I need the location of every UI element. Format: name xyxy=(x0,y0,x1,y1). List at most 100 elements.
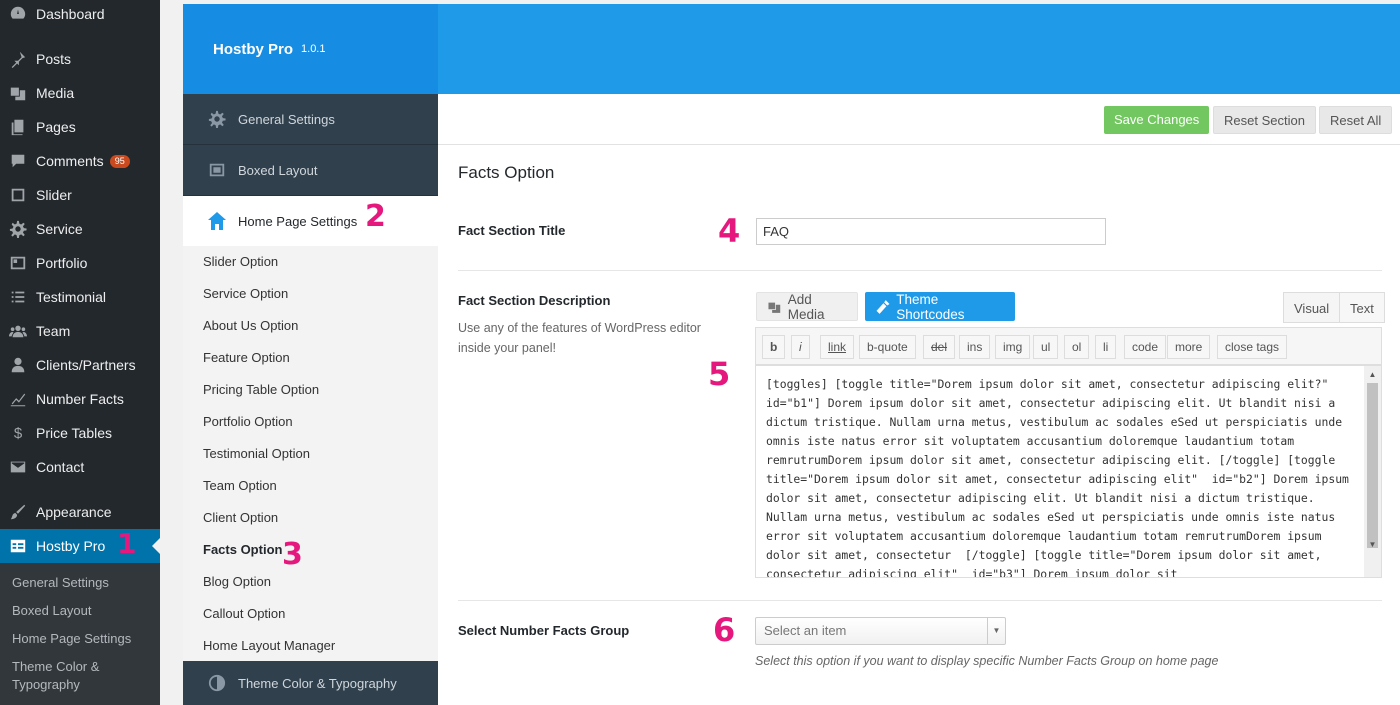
nav-sub-portfolio-option[interactable]: Portfolio Option xyxy=(183,406,438,438)
menu-item-price-tables[interactable]: $ Price Tables xyxy=(0,416,160,450)
menu-item-slider[interactable]: Slider xyxy=(0,178,160,212)
menu-item-service[interactable]: Service xyxy=(0,212,160,246)
menu-item-number-facts[interactable]: Number Facts xyxy=(0,382,160,416)
tab-visual[interactable]: Visual xyxy=(1283,292,1341,323)
submenu-general-settings[interactable]: General Settings xyxy=(0,569,160,597)
brand-version: 1.0.1 xyxy=(301,43,326,55)
qt-ul-button[interactable]: ul xyxy=(1033,335,1059,359)
nav-label: Theme Color & Typography xyxy=(238,675,397,691)
menu-item-dashboard[interactable]: Dashboard xyxy=(0,0,160,31)
quicktags-toolbar: b i link b-quote del ins img ul ol li co… xyxy=(755,327,1382,365)
annotation-marker-5: 5 xyxy=(708,355,731,393)
menu-label: Pages xyxy=(36,119,76,135)
home-icon xyxy=(207,211,227,231)
nav-sub-testimonial-option[interactable]: Testimonial Option xyxy=(183,438,438,470)
media-icon xyxy=(768,302,781,313)
submenu-home-page-settings[interactable]: Home Page Settings xyxy=(0,625,160,653)
fact-title-input[interactable] xyxy=(756,218,1106,245)
menu-item-posts[interactable]: Posts xyxy=(0,42,160,76)
envelope-icon xyxy=(0,458,36,476)
menu-item-portfolio[interactable]: Portfolio xyxy=(0,246,160,280)
nav-sub-client-option[interactable]: Client Option xyxy=(183,502,438,534)
nav-sub-service-option[interactable]: Service Option xyxy=(183,278,438,310)
menu-item-testimonial[interactable]: Testimonial xyxy=(0,280,160,314)
menu-item-pages[interactable]: Pages xyxy=(0,110,160,144)
media-icon xyxy=(0,84,36,102)
panel-brand: Hostby Pro 1.0.1 xyxy=(183,4,438,94)
nav-sub-slider-option[interactable]: Slider Option xyxy=(183,246,438,278)
theme-shortcodes-button[interactable]: Theme Shortcodes xyxy=(865,292,1015,322)
user-icon xyxy=(0,356,36,374)
comment-icon xyxy=(0,152,36,170)
scrollbar-thumb[interactable] xyxy=(1367,383,1378,548)
menu-item-appearance[interactable]: Appearance xyxy=(0,495,160,529)
menu-item-contact[interactable]: Contact xyxy=(0,450,160,484)
save-changes-button[interactable]: Save Changes xyxy=(1104,106,1210,134)
nav-theme-color-typography[interactable]: Theme Color & Typography xyxy=(183,661,438,705)
description-textarea[interactable]: [toggles] [toggle title="Dorem ipsum dol… xyxy=(755,365,1382,578)
pin-icon xyxy=(0,50,36,68)
qt-close-tags-button[interactable]: close tags xyxy=(1217,335,1288,359)
add-media-button[interactable]: Add Media xyxy=(756,292,858,322)
qt-bold-button[interactable]: b xyxy=(762,335,786,359)
select-placeholder: Select an item xyxy=(764,623,847,638)
scroll-down-icon[interactable]: ▼ xyxy=(1364,536,1381,552)
facts-group-select[interactable]: Select an item ▼ xyxy=(755,617,1006,645)
layout-icon xyxy=(207,161,227,179)
nav-sub-callout-option[interactable]: Callout Option xyxy=(183,598,438,630)
qt-more-button[interactable]: more xyxy=(1167,335,1211,359)
reset-all-button[interactable]: Reset All xyxy=(1319,106,1393,134)
panel-content: Save Changes Reset Section Reset All Fac… xyxy=(438,94,1400,705)
editor-scrollbar[interactable]: ▲ ▼ xyxy=(1364,366,1381,577)
qt-code-button[interactable]: code xyxy=(1124,335,1167,359)
qt-link-button[interactable]: link xyxy=(820,335,855,359)
nav-home-page-settings[interactable]: Home Page Settings xyxy=(183,196,438,246)
scroll-up-icon[interactable]: ▲ xyxy=(1364,366,1381,382)
comment-count-badge: 95 xyxy=(109,154,130,168)
qt-bquote-button[interactable]: b-quote xyxy=(859,335,916,359)
qt-ol-button[interactable]: ol xyxy=(1064,335,1090,359)
reset-section-button[interactable]: Reset Section xyxy=(1213,106,1316,134)
menu-item-clients-partners[interactable]: Clients/Partners xyxy=(0,348,160,382)
team-icon xyxy=(0,322,36,340)
nav-sub-team-option[interactable]: Team Option xyxy=(183,470,438,502)
facts-group-label: Select Number Facts Group xyxy=(458,623,630,638)
nav-sub-about-us-option[interactable]: About Us Option xyxy=(183,310,438,342)
submenu-theme-color-typography[interactable]: Theme Color & Typography xyxy=(0,653,120,699)
chart-icon xyxy=(0,390,36,408)
qt-img-button[interactable]: img xyxy=(995,335,1031,359)
menu-label: Appearance xyxy=(36,504,112,520)
nav-general-settings[interactable]: General Settings xyxy=(183,94,438,145)
fact-description-help: Use any of the features of WordPress edi… xyxy=(458,321,701,355)
menu-item-comments[interactable]: Comments 95 xyxy=(0,144,160,178)
nav-label: General Settings xyxy=(238,111,335,127)
pages-icon xyxy=(0,118,36,136)
qt-italic-button[interactable]: i xyxy=(791,335,810,359)
gear-icon xyxy=(0,220,36,238)
qt-li-button[interactable]: li xyxy=(1095,335,1117,359)
nav-boxed-layout[interactable]: Boxed Layout xyxy=(183,145,438,196)
fact-title-label: Fact Section Title xyxy=(458,223,566,238)
wand-icon xyxy=(876,299,890,314)
menu-item-media[interactable]: Media xyxy=(0,76,160,110)
panel-header: Hostby Pro 1.0.1 xyxy=(183,4,1400,94)
annotation-marker-3: 3 xyxy=(282,537,303,572)
nav-sub-pricing-table-option[interactable]: Pricing Table Option xyxy=(183,374,438,406)
nav-sub-feature-option[interactable]: Feature Option xyxy=(183,342,438,374)
nav-sub-home-layout-manager[interactable]: Home Layout Manager xyxy=(183,630,438,662)
qt-del-button[interactable]: del xyxy=(923,335,956,359)
options-panel: Hostby Pro 1.0.1 General Settings Boxed … xyxy=(183,4,1400,705)
menu-label: Testimonial xyxy=(36,289,107,305)
annotation-marker-4: 4 xyxy=(718,212,741,250)
brand-name: Hostby Pro xyxy=(213,40,294,58)
chevron-down-icon: ▼ xyxy=(987,618,1005,644)
menu-item-team[interactable]: Team xyxy=(0,314,160,348)
qt-ins-button[interactable]: ins xyxy=(959,335,991,359)
nav-sub-facts-option[interactable]: Facts Option xyxy=(183,534,438,566)
tab-text[interactable]: Text xyxy=(1339,292,1385,323)
admin-sidebar: Dashboard Posts Media Pages Comments 95 … xyxy=(0,0,160,705)
menu-label: Slider xyxy=(36,187,72,203)
nav-label: Home Page Settings xyxy=(238,213,358,229)
nav-sub-blog-option[interactable]: Blog Option xyxy=(183,566,438,598)
submenu-boxed-layout[interactable]: Boxed Layout xyxy=(0,597,160,625)
